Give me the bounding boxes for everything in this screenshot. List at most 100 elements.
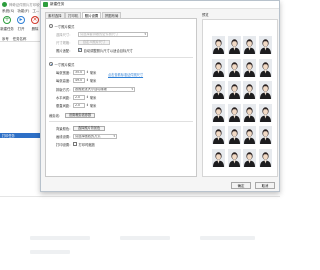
select-size-value: 请选择要排版的证件照尺寸 [80, 31, 119, 36]
preview-photo [212, 36, 225, 54]
preview-photo [227, 126, 241, 144]
col-task-name: 任务名称 [12, 37, 27, 41]
new-task-dialog: 新建任务 素材选择 打印机 照片设置 拼图布局 一寸照片模式 选择尺寸： 请选择… [40, 0, 280, 192]
open-label: 打开 [17, 27, 25, 31]
preview-photo [258, 81, 272, 99]
size-help-link[interactable]: 点击查看标准证件照尺寸 [108, 72, 143, 77]
preview-label: 预览 [202, 13, 209, 17]
multi-mode-radio[interactable] [49, 62, 53, 66]
cancel-button[interactable]: 取消 [255, 182, 275, 189]
print-row: 打印设置： 打印时缩放 [56, 141, 95, 147]
preview-photo [243, 126, 256, 144]
auto-fit-checkbox[interactable] [78, 47, 82, 52]
menu-system[interactable]: 系统(S) [2, 9, 14, 14]
preview-photo [227, 36, 241, 54]
app-logo-icon [2, 1, 7, 7]
preview-photo [258, 148, 272, 167]
select-size-dropdown[interactable]: 请选择要排版的证件照尺寸 ▾ [78, 31, 148, 37]
ghost-row [120, 236, 170, 240]
bg-color-label: 背景颜色： [56, 126, 73, 131]
print-scale-checkbox[interactable] [73, 142, 77, 146]
dialog-app-icon [43, 2, 48, 7]
col-index: 序号 [2, 37, 9, 41]
section-divider [49, 57, 193, 58]
single-mode-option[interactable]: 一寸照片模式 [49, 23, 74, 29]
preview-photo [258, 103, 272, 122]
height-label: 每张高度： [56, 78, 73, 83]
new-task-button[interactable]: + 新建任务 [0, 14, 14, 36]
preview-area: 预览 [201, 12, 279, 179]
height-unit: 毫米 [89, 78, 97, 83]
preview-photo [227, 103, 241, 122]
layout-dropdown[interactable]: 按照纸张大小自动排版 ▾ [73, 86, 135, 92]
h-spacing-label: 水平间距： [56, 95, 73, 100]
multi-mode-label: 一寸照片模式 [54, 62, 75, 67]
print-scale-option: 打印时缩放 [78, 142, 95, 147]
app-statusbar [0, 196, 280, 202]
bg-color-row: 背景颜色： 选择照片背景色 [56, 125, 105, 131]
stepper-icon[interactable]: ⇕ [86, 95, 89, 99]
width-input[interactable]: 35.0 [73, 69, 85, 75]
cut-line-button[interactable]: 设置裁剪线参数 [65, 112, 95, 118]
preview-paper [202, 19, 278, 177]
auto-fit-label: 照片适配： [56, 48, 73, 53]
single-mode-radio[interactable] [49, 24, 53, 28]
custom-size-button[interactable]: 自定义照片尺寸 [78, 39, 110, 45]
delete-icon: × [31, 16, 39, 24]
select-size-row: 选择尺寸： 请选择要排版的证件照尺寸 ▾ [56, 31, 148, 37]
preview-photo [212, 81, 225, 99]
auto-fit-row: 照片适配： 自动调整照片尺寸以适合目标尺寸 [56, 47, 133, 53]
preview-photo [243, 103, 256, 122]
stepper-icon[interactable]: ⇕ [86, 70, 89, 74]
layout-row: 排版方式： 按照纸张大小自动排版 ▾ [56, 86, 135, 92]
width-unit: 毫米 [89, 70, 97, 75]
sidebar-selected-item[interactable]: 打印任务 [0, 133, 40, 138]
border-value: 请选择画线的方式 [75, 133, 101, 138]
multi-mode-option[interactable]: 一寸照片模式 [49, 61, 74, 67]
ok-button[interactable]: 确定 [231, 182, 251, 189]
height-row: 每张高度： 49.0 ⇕ 毫米 [56, 77, 96, 83]
new-task-label: 新建任务 [0, 27, 14, 31]
bg-color-button[interactable]: 选择照片背景色 [73, 125, 105, 131]
cut-line-label: 裁剪线： [49, 113, 63, 118]
print-label: 打印设置： [56, 142, 73, 147]
preview-photo [212, 103, 225, 122]
select-size-label: 选择尺寸： [56, 32, 73, 37]
ghost-row [30, 236, 90, 240]
open-button[interactable]: ▸ 打开 [14, 14, 28, 36]
folder-icon: ▸ [17, 16, 25, 24]
menu-tools[interactable]: 工... [32, 9, 39, 14]
h-spacing-input[interactable]: 2.0 [73, 94, 85, 100]
stepper-icon[interactable]: ⇕ [86, 78, 89, 82]
chevron-down-icon: ▾ [131, 86, 133, 91]
preview-photo [212, 148, 225, 167]
width-row: 每张宽度： 35.0 ⇕ 毫米 [56, 69, 96, 75]
chevron-down-icon: ▾ [144, 31, 146, 36]
height-input[interactable]: 49.0 [73, 77, 85, 83]
v-spacing-input[interactable]: 2.0 [73, 102, 85, 108]
ghost-row [200, 236, 255, 240]
plus-icon: + [3, 16, 11, 24]
task-list-header: 序号 任务名称 [0, 36, 42, 42]
size-spec-row: 尺寸规格： 自定义照片尺寸 [56, 39, 110, 45]
border-dropdown[interactable]: 请选择画线的方式 ▾ [73, 133, 117, 139]
stepper-icon[interactable]: ⇕ [86, 103, 89, 107]
v-spacing-row: 垂直间距： 2.0 ⇕ 毫米 [56, 102, 96, 108]
preview-photo [243, 36, 256, 54]
preview-photo [243, 58, 256, 77]
preview-photo [212, 58, 225, 77]
preview-photo [227, 148, 241, 167]
preview-photo [258, 126, 272, 144]
background-area [0, 203, 280, 270]
ghost-row [30, 250, 70, 254]
menu-function[interactable]: 功能(F) [17, 9, 29, 14]
cut-line-row: 裁剪线： 设置裁剪线参数 [49, 112, 95, 118]
preview-photo [258, 58, 272, 77]
v-spacing-label: 垂直间距： [56, 103, 73, 108]
app-title: 神奇证件照片打印软件 [9, 2, 43, 7]
border-label: 画线设置： [56, 134, 73, 139]
dialog-titlebar: 新建任务 [41, 1, 279, 9]
width-label: 每张宽度： [56, 70, 73, 75]
preview-photo [227, 58, 241, 77]
preview-photo [243, 81, 256, 99]
